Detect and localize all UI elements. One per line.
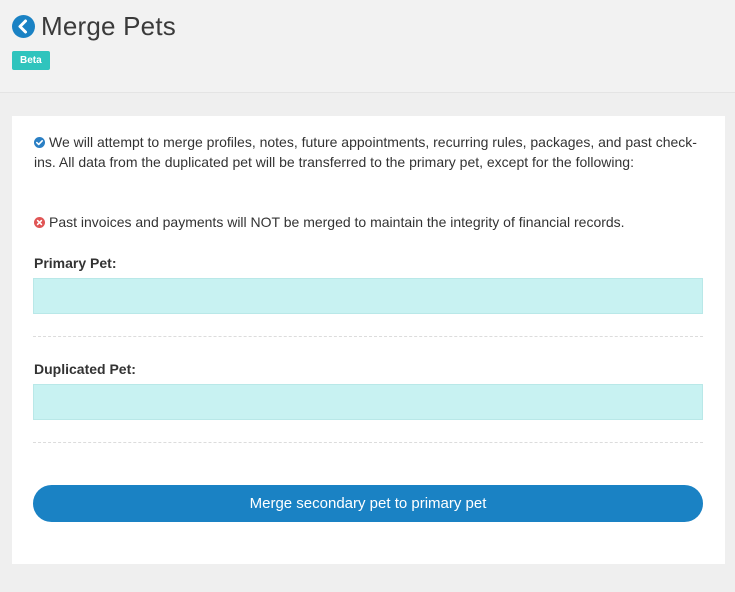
duplicated-pet-input[interactable]	[33, 384, 703, 420]
merge-note: We will attempt to merge profiles, notes…	[34, 134, 697, 170]
duplicated-pet-label: Duplicated Pet:	[34, 361, 136, 377]
check-circle-icon	[34, 133, 45, 148]
x-circle-icon	[34, 213, 45, 228]
exception-note: Past invoices and payments will NOT be m…	[49, 214, 625, 230]
exception-info-text: Past invoices and payments will NOT be m…	[34, 212, 702, 232]
page-title: Merge Pets	[41, 11, 176, 41]
back-arrow-icon[interactable]	[12, 14, 35, 38]
primary-pet-input[interactable]	[33, 278, 703, 314]
merge-pets-button[interactable]: Merge secondary pet to primary pet	[33, 485, 703, 522]
divider	[33, 336, 703, 337]
merge-card: We will attempt to merge profiles, notes…	[12, 116, 725, 564]
page-header: Merge Pets Beta	[0, 0, 735, 93]
merge-info-text: We will attempt to merge profiles, notes…	[34, 132, 702, 172]
primary-pet-label: Primary Pet:	[34, 255, 117, 271]
title-row: Merge Pets	[12, 10, 176, 42]
divider	[33, 442, 703, 443]
beta-badge: Beta	[12, 51, 50, 70]
